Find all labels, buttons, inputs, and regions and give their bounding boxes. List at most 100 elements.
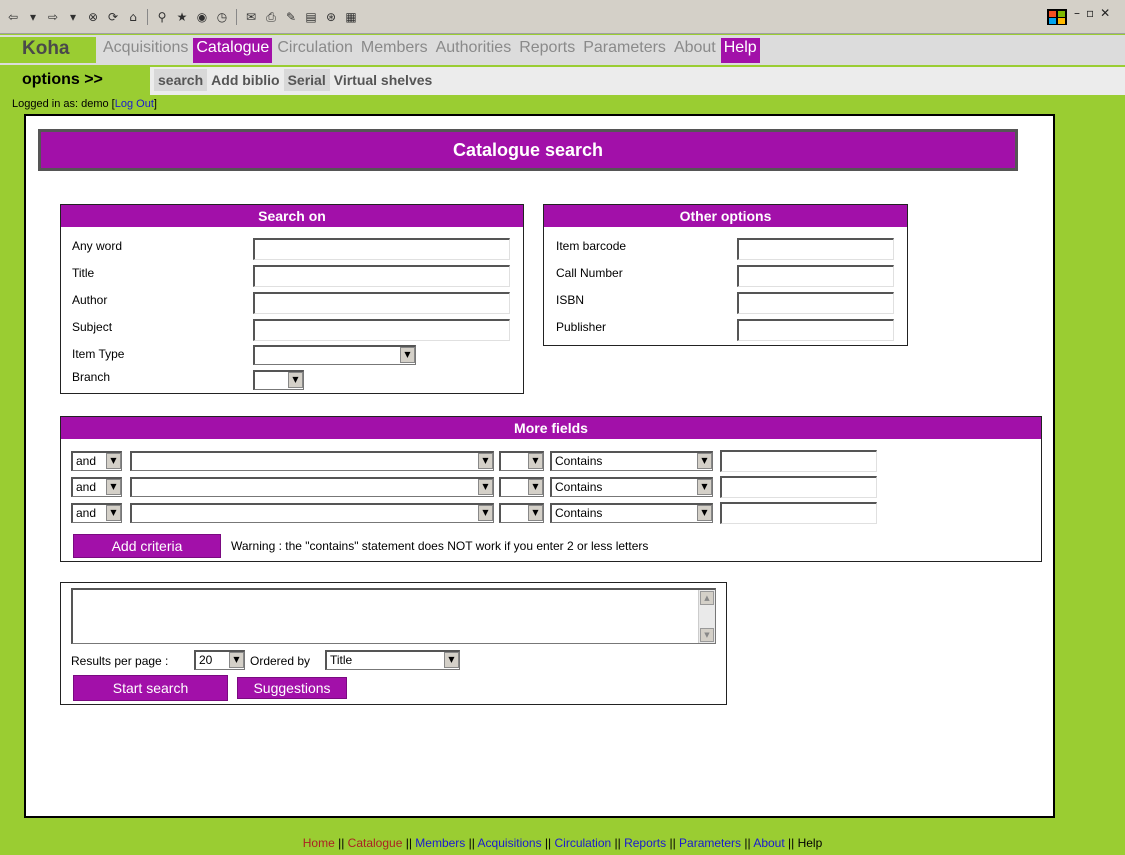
- chevron-down-icon[interactable]: ▼: [478, 479, 493, 495]
- sub-item-search[interactable]: search: [154, 69, 208, 91]
- home-icon[interactable]: ⌂: [124, 8, 142, 26]
- condition-select[interactable]: Contains ▼: [550, 503, 713, 523]
- qualifier-select[interactable]: ▼: [499, 451, 544, 471]
- print-icon[interactable]: ⎙: [262, 8, 280, 26]
- title-input[interactable]: [253, 265, 510, 287]
- chevron-down-icon[interactable]: ▼: [478, 505, 493, 521]
- footer-link-catalogue[interactable]: Catalogue: [348, 836, 403, 850]
- field-select[interactable]: ▼: [130, 503, 494, 523]
- history-icon[interactable]: ◷: [213, 8, 231, 26]
- any-word-label: Any word: [72, 239, 123, 253]
- chevron-down-icon[interactable]: ▼: [528, 505, 543, 521]
- footer-link-acquisitions[interactable]: Acquisitions: [478, 836, 542, 850]
- stop-icon[interactable]: ⊗: [84, 8, 102, 26]
- menu-item-circulation[interactable]: Circulation: [274, 38, 356, 63]
- operator-select[interactable]: and ▼: [71, 503, 122, 523]
- scroll-down-icon[interactable]: ▼: [700, 628, 714, 642]
- menu-item-catalogue[interactable]: Catalogue: [193, 38, 273, 63]
- footer-link-members[interactable]: Members: [415, 836, 465, 850]
- menu-item-members[interactable]: Members: [358, 38, 431, 63]
- edit-icon[interactable]: ✎: [282, 8, 300, 26]
- sub-item-serial[interactable]: Serial: [283, 69, 330, 91]
- chevron-down-icon[interactable]: ▼: [697, 479, 712, 495]
- discuss-icon[interactable]: ▤: [302, 8, 320, 26]
- window-controls[interactable]: –▫✕: [1074, 6, 1116, 20]
- favorites-icon[interactable]: ★: [173, 8, 191, 26]
- footer-link-help[interactable]: Help: [798, 836, 823, 850]
- sub-item-virtual-shelves[interactable]: Virtual shelves: [330, 69, 437, 91]
- menu-item-reports[interactable]: Reports: [516, 38, 578, 63]
- menu-item-about[interactable]: About: [671, 38, 719, 63]
- call-number-input[interactable]: [737, 265, 894, 287]
- chevron-down-icon[interactable]: ▼: [528, 479, 543, 495]
- item-type-select[interactable]: ▼: [253, 345, 416, 365]
- menu-item-parameters[interactable]: Parameters: [580, 38, 669, 63]
- chevron-down-icon[interactable]: ▼: [444, 652, 459, 668]
- criteria-value-input[interactable]: [720, 502, 877, 524]
- chevron-down-icon[interactable]: ▼: [697, 505, 712, 521]
- footer-link-reports[interactable]: Reports: [624, 836, 666, 850]
- sub-item-add-biblio[interactable]: Add biblio: [207, 69, 283, 91]
- chevron-down-icon[interactable]: ▼: [106, 479, 121, 495]
- item-barcode-input[interactable]: [737, 238, 894, 260]
- scroll-up-icon[interactable]: ▲: [700, 591, 714, 605]
- chevron-down-icon[interactable]: ▼: [697, 453, 712, 469]
- operator-select[interactable]: and ▼: [71, 451, 122, 471]
- content-panel: Catalogue search Search on Any word Titl…: [24, 114, 1055, 818]
- logout-link[interactable]: Log Out: [115, 98, 154, 110]
- chevron-down-icon[interactable]: ▼: [106, 505, 121, 521]
- chevron-down-icon[interactable]: ▼: [229, 652, 244, 668]
- condition-select[interactable]: Contains ▼: [550, 451, 713, 471]
- query-textarea[interactable]: ▲ ▼: [71, 588, 716, 644]
- back-icon[interactable]: ⇦: [4, 8, 22, 26]
- branch-select[interactable]: ▼: [253, 370, 304, 390]
- field-select[interactable]: ▼: [130, 451, 494, 471]
- forward-icon[interactable]: ⇨: [44, 8, 62, 26]
- search-on-box: Search on Any word Title Author Subject …: [60, 204, 524, 394]
- ordered-by-select[interactable]: Title ▼: [325, 650, 460, 670]
- chevron-down-icon[interactable]: ▼: [288, 372, 303, 388]
- suggestions-button[interactable]: Suggestions: [237, 677, 347, 699]
- field-select[interactable]: ▼: [130, 477, 494, 497]
- media-icon[interactable]: ◉: [193, 8, 211, 26]
- mail-icon[interactable]: ✉: [242, 8, 260, 26]
- isbn-label: ISBN: [556, 293, 585, 307]
- footer-link-about[interactable]: About: [753, 836, 784, 850]
- condition-select[interactable]: Contains ▼: [550, 477, 713, 497]
- brand-logo[interactable]: Koha: [0, 37, 96, 63]
- any-word-input[interactable]: [253, 238, 510, 260]
- author-input[interactable]: [253, 292, 510, 314]
- footer-link-home[interactable]: Home: [303, 836, 335, 850]
- menu-item-authorities[interactable]: Authorities: [433, 38, 515, 63]
- footer-link-circulation[interactable]: Circulation: [554, 836, 611, 850]
- menu-item-help[interactable]: Help: [720, 38, 760, 63]
- operator-select[interactable]: and ▼: [71, 477, 122, 497]
- operator-value: and: [76, 454, 97, 468]
- footer-separator: ||: [541, 836, 555, 850]
- menu-item-acquisitions[interactable]: Acquisitions: [100, 38, 191, 63]
- research-icon[interactable]: ▦: [342, 8, 360, 26]
- publisher-input[interactable]: [737, 319, 894, 341]
- dropdown-icon[interactable]: ▾: [64, 8, 82, 26]
- qualifier-select[interactable]: ▼: [499, 477, 544, 497]
- refresh-icon[interactable]: ⟳: [104, 8, 122, 26]
- chevron-down-icon[interactable]: ▼: [478, 453, 493, 469]
- subject-input[interactable]: [253, 319, 510, 341]
- chevron-down-icon[interactable]: ▼: [400, 347, 415, 363]
- footer-link-parameters[interactable]: Parameters: [679, 836, 741, 850]
- criteria-value-input[interactable]: [720, 476, 877, 498]
- textarea-scrollbar[interactable]: ▲ ▼: [698, 590, 715, 643]
- toolbar-divider: [147, 9, 148, 25]
- start-search-button[interactable]: Start search: [73, 675, 228, 701]
- search-icon[interactable]: ⚲: [153, 8, 171, 26]
- operator-value: and: [76, 480, 97, 494]
- chevron-down-icon[interactable]: ▼: [528, 453, 543, 469]
- results-per-page-select[interactable]: 20 ▼: [194, 650, 245, 670]
- dropdown-icon[interactable]: ▾: [24, 8, 42, 26]
- qualifier-select[interactable]: ▼: [499, 503, 544, 523]
- messenger-icon[interactable]: ⊛: [322, 8, 340, 26]
- criteria-value-input[interactable]: [720, 450, 877, 472]
- isbn-input[interactable]: [737, 292, 894, 314]
- chevron-down-icon[interactable]: ▼: [106, 453, 121, 469]
- add-criteria-button[interactable]: Add criteria: [73, 534, 221, 558]
